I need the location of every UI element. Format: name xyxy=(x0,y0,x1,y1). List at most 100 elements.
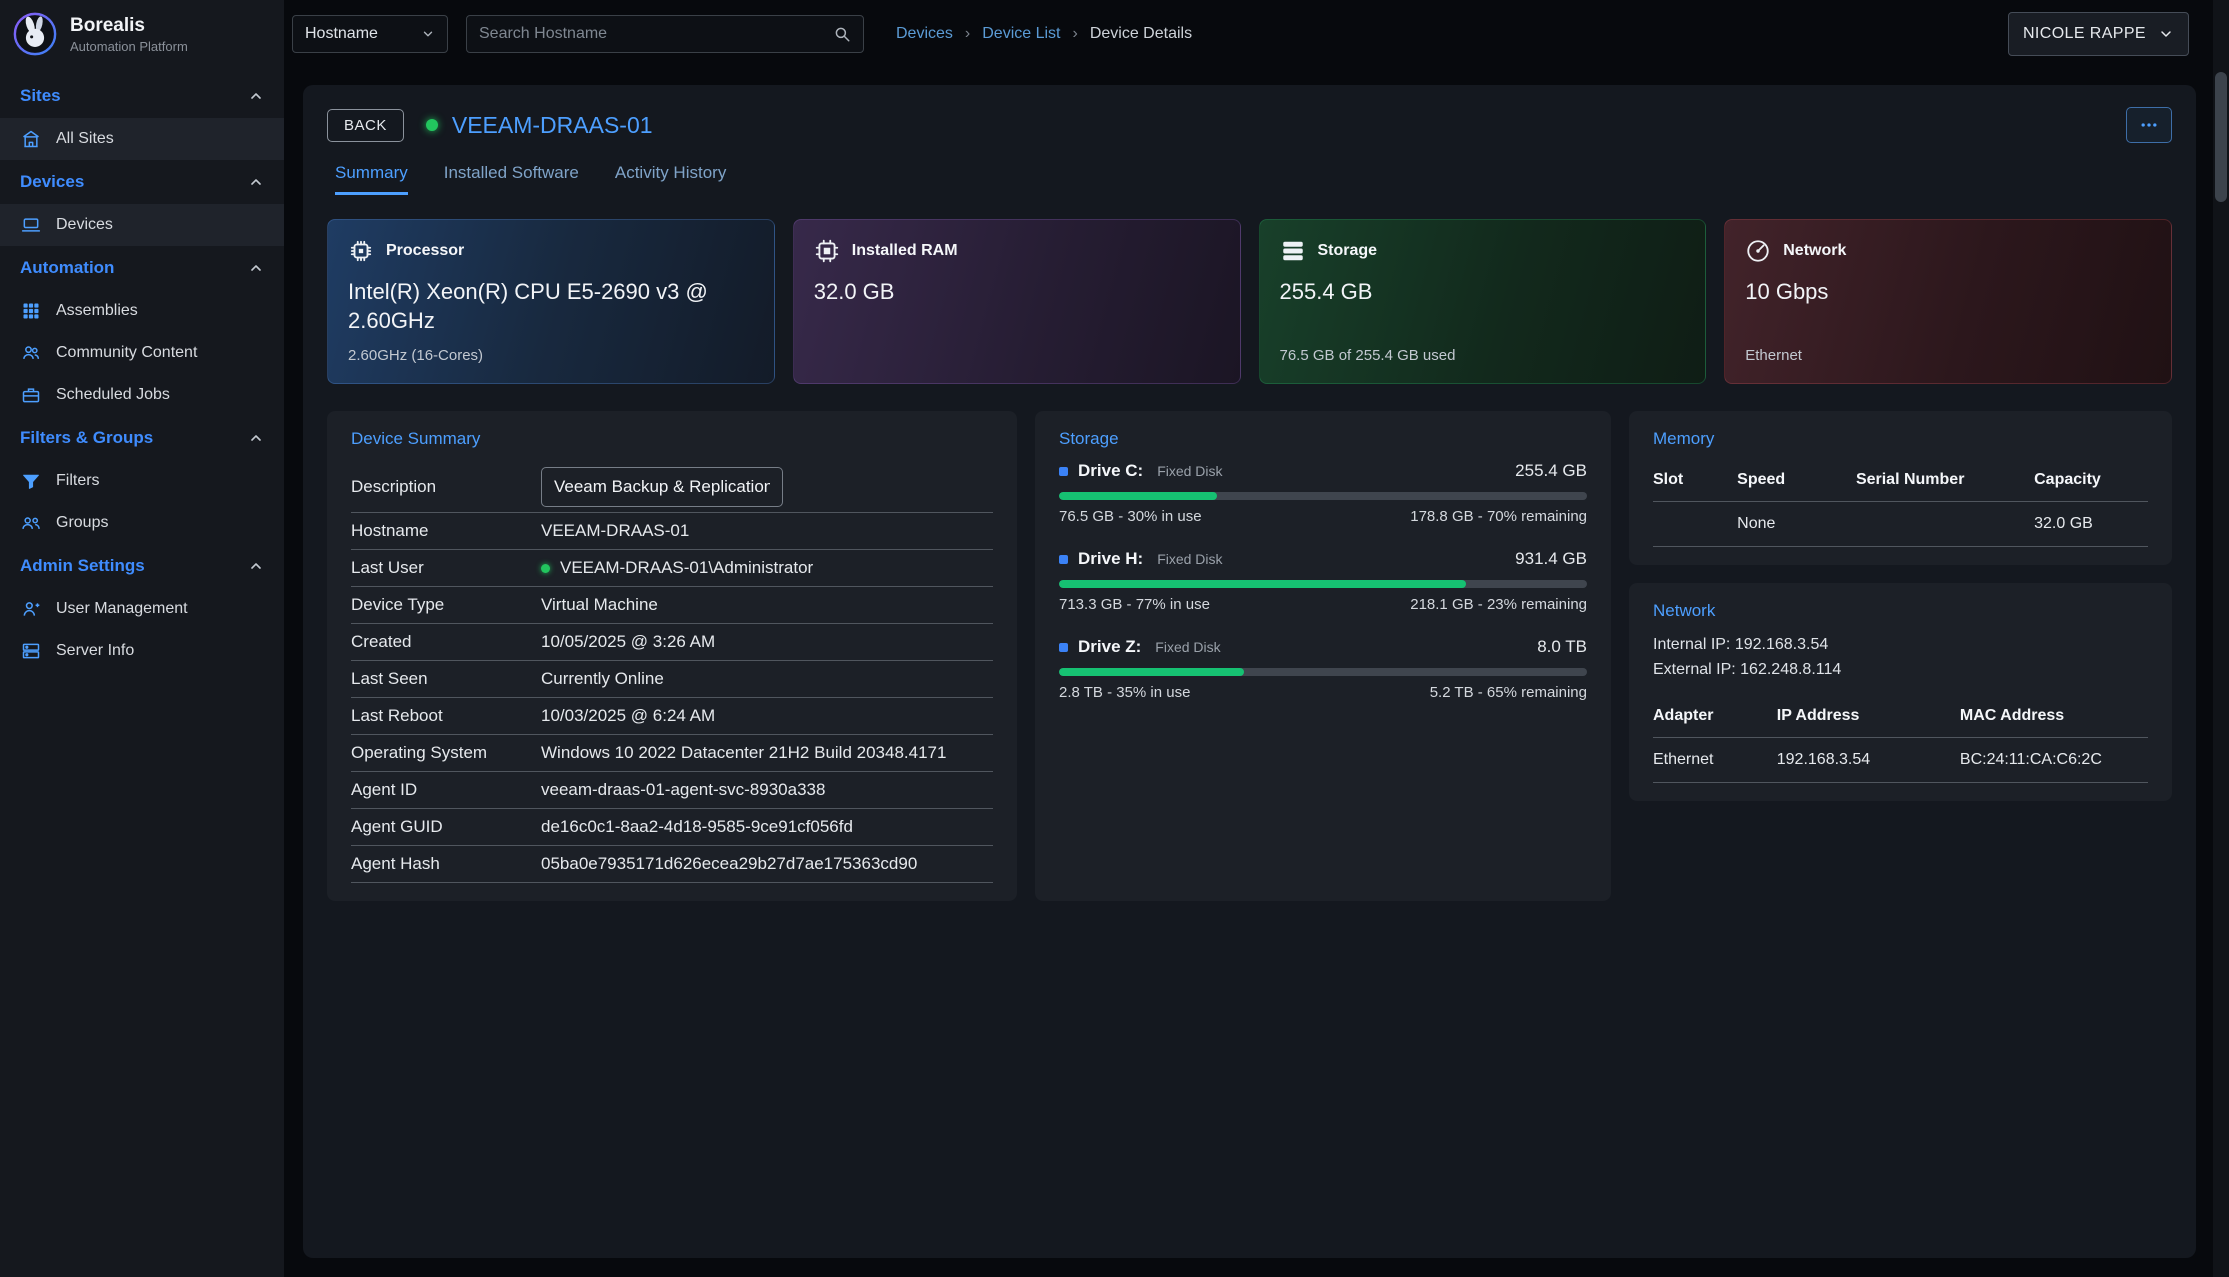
drive-stats: 76.5 GB - 30% in use 178.8 GB - 70% rema… xyxy=(1059,508,1587,525)
more-options-button[interactable] xyxy=(2126,107,2172,143)
section-label-devices: Devices xyxy=(20,172,84,192)
drive-row-h: Drive H: Fixed Disk 931.4 GB 713.3 GB - … xyxy=(1059,549,1587,613)
drive-usage-fill xyxy=(1059,668,1244,676)
scrollbar-thumb[interactable] xyxy=(2215,72,2227,202)
right-panels-column: Memory Slot Speed Serial Number Capacity… xyxy=(1629,411,2172,901)
breadcrumb-link-device-list[interactable]: Device List xyxy=(982,25,1060,43)
breadcrumb-current: Device Details xyxy=(1090,25,1192,43)
drive-usage-fill xyxy=(1059,492,1217,500)
drive-remaining-text: 178.8 GB - 70% remaining xyxy=(1410,508,1587,525)
sidebar-item-user-management[interactable]: User Management xyxy=(0,588,284,630)
network-header-ip: IP Address xyxy=(1777,697,1960,737)
storage-icon xyxy=(1280,238,1306,264)
drive-bullet-icon xyxy=(1059,467,1068,476)
drive-used-text: 76.5 GB - 30% in use xyxy=(1059,508,1202,525)
section-label-sites: Sites xyxy=(20,86,61,106)
tab-activity-history[interactable]: Activity History xyxy=(615,163,726,195)
server-icon xyxy=(20,641,42,661)
sidebar-section-sites[interactable]: Sites xyxy=(0,74,284,118)
chevron-up-icon xyxy=(248,558,264,574)
sidebar-section-filters-groups[interactable]: Filters & Groups xyxy=(0,416,284,460)
sidebar-item-community-content[interactable]: Community Content xyxy=(0,332,284,374)
search-icon[interactable] xyxy=(833,25,851,43)
brand: Borealis Automation Platform xyxy=(0,0,284,68)
summary-row-created: Created 10/05/2025 @ 3:26 AM xyxy=(351,624,993,661)
sidebar-nav: Sites All Sites Devices Devices Automati… xyxy=(0,74,284,672)
ram-value: 32.0 GB xyxy=(814,278,1220,307)
network-speed-icon xyxy=(1745,238,1771,264)
row-label: Hostname xyxy=(351,521,541,541)
hostname-filter-select[interactable]: Hostname xyxy=(292,15,448,53)
drive-row-c: Drive C: Fixed Disk 255.4 GB 76.5 GB - 3… xyxy=(1059,461,1587,525)
device-details-panel: BACK VEEAM-DRAAS-01 Summary Installed So… xyxy=(303,85,2196,1258)
section-label-automation: Automation xyxy=(20,258,114,278)
chevron-down-icon xyxy=(2158,26,2174,42)
breadcrumb-link-devices[interactable]: Devices xyxy=(896,25,953,43)
user-menu-button[interactable]: NICOLE RAPPE xyxy=(2008,12,2189,56)
row-value: veeam-draas-01-agent-svc-8930a338 xyxy=(541,780,993,800)
row-value: VEEAM-DRAAS-01\Administrator xyxy=(541,558,993,578)
summary-row-hostname: Hostname VEEAM-DRAAS-01 xyxy=(351,513,993,550)
drive-header: Drive H: Fixed Disk 931.4 GB xyxy=(1059,549,1587,569)
user-management-icon xyxy=(20,599,42,619)
row-label: Device Type xyxy=(351,595,541,615)
drive-bullet-icon xyxy=(1059,643,1068,652)
sidebar-item-filters[interactable]: Filters xyxy=(0,460,284,502)
storage-footer: 76.5 GB of 255.4 GB used xyxy=(1280,347,1686,365)
drive-name: Drive C: xyxy=(1078,461,1143,481)
description-input[interactable] xyxy=(541,467,783,507)
storage-panel: Storage Drive C: Fixed Disk 255.4 GB xyxy=(1035,411,1611,901)
sidebar-section-automation[interactable]: Automation xyxy=(0,246,284,290)
breadcrumb: Devices › Device List › Device Details xyxy=(896,25,1192,43)
row-value: 05ba0e7935171d626ecea29b27d7ae175363cd90 xyxy=(541,854,993,874)
row-value: de16c0c1-8aa2-4d18-9585-9ce91cf056fd xyxy=(541,817,993,837)
sidebar-item-label: Community Content xyxy=(56,344,197,362)
network-cell-adapter: Ethernet xyxy=(1653,737,1777,783)
drive-bullet-icon xyxy=(1059,555,1068,564)
row-label: Last Seen xyxy=(351,669,541,689)
network-cell-ip: 192.168.3.54 xyxy=(1777,737,1960,783)
row-label: Agent Hash xyxy=(351,854,541,874)
detail-panels-row: Device Summary Description Hostname VEEA… xyxy=(327,411,2172,901)
drive-type: Fixed Disk xyxy=(1157,551,1222,567)
last-user-value: VEEAM-DRAAS-01\Administrator xyxy=(560,558,813,578)
content-area: BACK VEEAM-DRAAS-01 Summary Installed So… xyxy=(284,68,2229,1277)
sidebar-item-scheduled-jobs[interactable]: Scheduled Jobs xyxy=(0,374,284,416)
topbar: Hostname Devices › Device List › Device … xyxy=(284,0,2229,68)
sidebar-item-label: Filters xyxy=(56,472,100,490)
drive-size: 931.4 GB xyxy=(1515,549,1587,569)
network-value: 10 Gbps xyxy=(1745,278,2151,307)
processor-value: Intel(R) Xeon(R) CPU E5-2690 v3 @ 2.60GH… xyxy=(348,278,754,335)
sidebar-section-admin-settings[interactable]: Admin Settings xyxy=(0,544,284,588)
row-value: 10/05/2025 @ 3:26 AM xyxy=(541,632,993,652)
search-hostname-input[interactable] xyxy=(467,25,833,43)
sidebar-item-groups[interactable]: Groups xyxy=(0,502,284,544)
summary-row-agent-hash: Agent Hash 05ba0e7935171d626ecea29b27d7a… xyxy=(351,846,993,883)
sidebar-item-all-sites[interactable]: All Sites xyxy=(0,118,284,160)
device-title-row: BACK VEEAM-DRAAS-01 xyxy=(327,107,2172,143)
page-scrollbar[interactable] xyxy=(2213,0,2229,1277)
storage-value: 255.4 GB xyxy=(1280,278,1686,307)
sidebar-section-devices[interactable]: Devices xyxy=(0,160,284,204)
row-label: Created xyxy=(351,632,541,652)
network-cell-mac: BC:24:11:CA:C6:2C xyxy=(1960,737,2148,783)
drive-name: Drive H: xyxy=(1078,549,1143,569)
drive-used-text: 713.3 GB - 77% in use xyxy=(1059,596,1210,613)
processor-footer: 2.60GHz (16-Cores) xyxy=(348,347,754,365)
back-button[interactable]: BACK xyxy=(327,109,404,142)
tab-summary[interactable]: Summary xyxy=(335,163,408,195)
drive-stats: 713.3 GB - 77% in use 218.1 GB - 23% rem… xyxy=(1059,596,1587,613)
network-adapter-table: Adapter IP Address MAC Address Ethernet … xyxy=(1653,697,2148,783)
app-root: Borealis Automation Platform Sites All S… xyxy=(0,0,2229,1277)
device-summary-title: Device Summary xyxy=(351,429,993,449)
memory-header-serial: Serial Number xyxy=(1856,461,2034,501)
drive-usage-bar xyxy=(1059,668,1587,676)
sidebar-item-devices[interactable]: Devices xyxy=(0,204,284,246)
processor-card-title: Processor xyxy=(386,242,464,260)
sidebar-item-server-info[interactable]: Server Info xyxy=(0,630,284,672)
sidebar-item-assemblies[interactable]: Assemblies xyxy=(0,290,284,332)
tab-installed-software[interactable]: Installed Software xyxy=(444,163,579,195)
ram-footer xyxy=(814,347,1220,365)
memory-cell-serial xyxy=(1856,501,2034,547)
drive-header: Drive Z: Fixed Disk 8.0 TB xyxy=(1059,637,1587,657)
